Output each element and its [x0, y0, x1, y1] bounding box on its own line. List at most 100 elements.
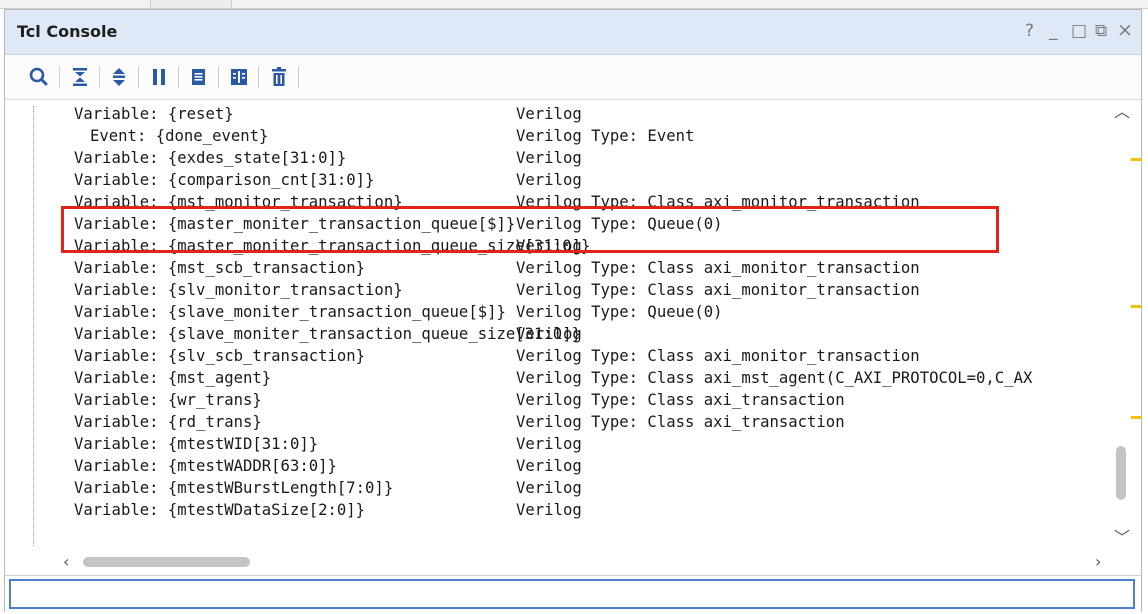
- variable-name: {done_event}: [155, 127, 269, 145]
- scroll-marker: [1131, 416, 1141, 419]
- close-icon[interactable]: ×: [1117, 19, 1133, 41]
- variable-name: {mst_scb_transaction}: [167, 259, 366, 277]
- scroll-marker: [1131, 305, 1141, 308]
- restore-icon[interactable]: ⧉: [1095, 20, 1107, 42]
- variable-name: {wr_trans}: [167, 391, 262, 409]
- line-label: Variable: {mst_scb_transaction}: [74, 257, 365, 279]
- line-prefix: Variable:: [74, 347, 159, 365]
- variable-type: Verilog Type: Event: [516, 127, 695, 145]
- variable-type: Verilog Type: Class axi_monitor_transact…: [516, 347, 920, 365]
- split-columns-icon[interactable]: [226, 64, 252, 90]
- scroll-left-icon[interactable]: ‹: [63, 554, 69, 570]
- toolbar-separator: [99, 66, 100, 88]
- horizontal-scroll-thumb[interactable]: [83, 557, 250, 567]
- line-label: Variable: {slave_moniter_transaction_que…: [74, 323, 581, 345]
- variable-type: Verilog: [516, 479, 582, 497]
- highlight-box: [61, 206, 999, 253]
- copy-icon[interactable]: [186, 64, 212, 90]
- line-prefix: Variable:: [74, 435, 159, 453]
- variable-type: Verilog: [516, 171, 582, 189]
- line-prefix: Variable:: [74, 259, 159, 277]
- top-tab-strip: [0, 0, 1148, 9]
- toolbar: [5, 55, 1141, 100]
- line-label: Variable: {mtestWDataSize[2:0]}: [74, 499, 365, 521]
- tcl-console-window: Tcl Console ? _ □ ⧉ × Variable: {reset} …: [4, 9, 1142, 612]
- line-label: Variable: {mtestWADDR[63:0]}: [74, 455, 337, 477]
- variable-name: {mtestWID[31:0]}: [167, 435, 319, 453]
- variable-name: {mtestWDataSize[2:0]}: [167, 501, 366, 519]
- variable-name: {reset}: [167, 105, 234, 123]
- maximize-icon[interactable]: □: [1071, 20, 1087, 42]
- variable-type: Verilog Type: Class axi_monitor_transact…: [516, 259, 920, 277]
- line-prefix: Variable:: [74, 457, 159, 475]
- variable-name: {mtestWBurstLength[7:0]}: [167, 479, 394, 497]
- toolbar-separator: [298, 66, 299, 88]
- line-prefix: Variable:: [74, 105, 159, 123]
- line-label: Variable: {comparison_cnt[31:0]}: [74, 169, 374, 191]
- line-prefix: Variable:: [74, 171, 159, 189]
- console-output[interactable]: Variable: {reset} Verilog Event: {done_eve…: [5, 100, 1141, 574]
- line-label: Variable: {mtestWID[31:0]}: [74, 433, 318, 455]
- variable-type: Verilog: [516, 105, 582, 123]
- line-label: Variable: {slv_scb_transaction}: [74, 345, 365, 367]
- line-label: Variable: {slv_monitor_transaction}: [74, 279, 403, 301]
- variable-name: {slv_scb_transaction}: [167, 347, 366, 365]
- vertical-scroll-thumb[interactable]: [1116, 446, 1126, 500]
- pause-icon[interactable]: [146, 64, 172, 90]
- line-prefix: Variable:: [74, 281, 159, 299]
- tree-guide-line: [33, 106, 34, 546]
- toolbar-separator: [258, 66, 259, 88]
- variable-type: Verilog Type: Class axi_transaction: [516, 391, 845, 409]
- line-prefix: Variable:: [74, 391, 159, 409]
- line-prefix: Event:: [90, 127, 147, 145]
- minimize-icon[interactable]: _: [1049, 20, 1058, 42]
- line-prefix: Variable:: [74, 479, 159, 497]
- variable-type: Verilog: [516, 149, 582, 167]
- line-label: Variable: {wr_trans}: [74, 389, 262, 411]
- variable-name: {slave_moniter_transaction_queue[$]}: [167, 303, 506, 321]
- search-icon[interactable]: [27, 64, 53, 90]
- help-icon[interactable]: ?: [1025, 20, 1034, 42]
- expand-all-icon[interactable]: [106, 64, 132, 90]
- variable-type: Verilog: [516, 435, 582, 453]
- variable-name: {mtestWADDR[63:0]}: [167, 457, 337, 475]
- line-prefix: Variable:: [74, 501, 159, 519]
- window-title: Tcl Console: [17, 22, 118, 41]
- variable-type: Verilog: [516, 325, 582, 343]
- variable-name: {exdes_state[31:0]}: [167, 149, 347, 167]
- variable-name: {slv_monitor_transaction}: [167, 281, 403, 299]
- line-prefix: Variable:: [74, 413, 159, 431]
- variable-name: {comparison_cnt[31:0]}: [167, 171, 375, 189]
- line-label: Variable: {rd_trans}: [74, 411, 262, 433]
- command-input-area: [5, 575, 1141, 612]
- tab-stub[interactable]: [150, 0, 232, 8]
- variable-type: Verilog Type: Class axi_mst_agent(C_AXI_…: [516, 369, 1033, 387]
- title-bar: Tcl Console ? _ □ ⧉ ×: [5, 10, 1141, 55]
- toolbar-separator: [138, 66, 139, 88]
- line-label: Variable: {slave_moniter_transaction_que…: [74, 301, 506, 323]
- vertical-scrollbar[interactable]: ︿ ﹀: [1111, 100, 1131, 550]
- scroll-up-icon[interactable]: ︿: [1114, 104, 1130, 120]
- variable-type: Verilog Type: Class axi_transaction: [516, 413, 845, 431]
- line-prefix: Variable:: [74, 149, 159, 167]
- variable-name: {rd_trans}: [167, 413, 262, 431]
- scroll-marker: [1131, 158, 1141, 161]
- variable-type: Verilog Type: Queue(0): [516, 303, 723, 321]
- collapse-all-icon[interactable]: [67, 64, 93, 90]
- scroll-right-icon[interactable]: ›: [1095, 554, 1101, 570]
- scroll-down-icon[interactable]: ﹀: [1114, 530, 1130, 546]
- tcl-command-input[interactable]: [9, 579, 1135, 609]
- line-label: Variable: {mtestWBurstLength[7:0]}: [74, 477, 393, 499]
- line-label: Variable: {mst_agent}: [74, 367, 271, 389]
- line-prefix: Variable:: [74, 369, 159, 387]
- trash-icon[interactable]: [266, 64, 292, 90]
- variable-type: Verilog: [516, 457, 582, 475]
- variable-type: Verilog: [516, 501, 582, 519]
- line-label: Event: {done_event}: [90, 125, 268, 147]
- line-label: Variable: {reset}: [74, 103, 234, 125]
- toolbar-separator: [218, 66, 219, 88]
- horizontal-scrollbar[interactable]: ‹ ›: [59, 552, 1109, 572]
- toolbar-separator: [59, 66, 60, 88]
- line-prefix: Variable:: [74, 303, 159, 321]
- toolbar-separator: [178, 66, 179, 88]
